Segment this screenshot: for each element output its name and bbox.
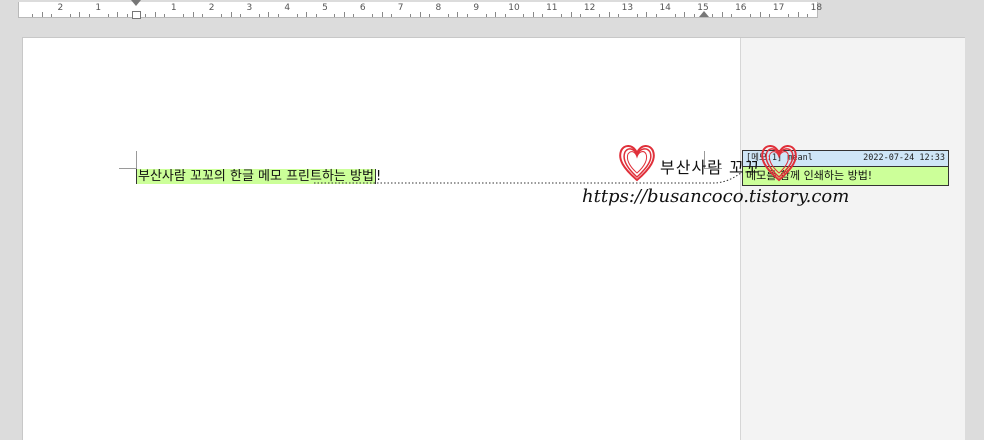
ruler-tick	[221, 14, 223, 17]
ruler-tick	[32, 14, 34, 17]
ruler-tick	[183, 14, 185, 17]
memo-date: 2022-07-24 12:33	[863, 153, 945, 163]
ruler-number: 16	[735, 3, 747, 13]
ruler-tick	[457, 12, 459, 17]
ruler-number: 1	[170, 3, 177, 13]
ruler-tick	[306, 12, 308, 17]
ruler-number: 2	[57, 3, 64, 13]
ruler-tick	[532, 12, 534, 17]
ruler-tick	[230, 12, 232, 17]
ruler-tick	[277, 14, 279, 17]
memo-anchored-text[interactable]: 부산사람 꼬꼬의 한글 메모 프린트하는 방법	[136, 169, 376, 184]
ruler-tick	[731, 14, 733, 17]
ruler-tick	[88, 14, 90, 17]
watermark-url: https://busancoco.tistory.com	[582, 186, 850, 207]
ruler-tick	[466, 14, 468, 17]
ruler-tick	[617, 14, 619, 17]
ruler-tick	[542, 14, 544, 17]
ruler-tick	[712, 14, 714, 17]
ruler-tick	[674, 14, 676, 17]
ruler-tick	[334, 14, 336, 17]
ruler-number: 10	[508, 3, 520, 13]
ruler-tick	[239, 14, 241, 17]
ruler-tick	[655, 14, 657, 17]
first-line-indent-marker[interactable]	[131, 0, 141, 6]
ruler-tick	[646, 12, 648, 17]
ruler-tick	[117, 12, 119, 17]
ruler-tick	[69, 14, 71, 17]
ruler-tick	[806, 14, 808, 17]
ruler-number: 5	[322, 3, 328, 13]
ruler-tick	[523, 14, 525, 17]
ruler-tick	[353, 14, 355, 17]
trailing-text: !	[375, 169, 382, 184]
ruler-tick	[447, 14, 449, 17]
ruler-tick	[495, 12, 497, 17]
ruler-tick	[608, 12, 610, 17]
ruler-tick	[419, 12, 421, 17]
heart-icon	[761, 145, 797, 182]
ruler-tick	[684, 12, 686, 17]
ruler-tick	[126, 14, 128, 17]
ruler-tick	[797, 12, 799, 17]
ruler-number: 13	[621, 3, 634, 13]
ruler-tick	[561, 14, 563, 17]
ruler-tick	[268, 12, 270, 17]
ruler-tick	[372, 14, 374, 17]
ruler-tick	[759, 12, 761, 17]
ruler-number: 6	[359, 3, 366, 13]
ruler-tick	[693, 14, 695, 17]
left-indent-marker[interactable]	[132, 11, 141, 19]
ruler-tick	[485, 14, 487, 17]
ruler-tick	[391, 14, 393, 17]
ruler-tick	[580, 14, 582, 17]
ruler-tick	[296, 14, 298, 17]
document-body-line[interactable]: 부산사람 꼬꼬의 한글 메모 프린트하는 방법!	[136, 168, 381, 186]
horizontal-ruler[interactable]: 2 1 1 2 3 4 5 6 7 8 9 10 11 12 13 14 15 16 17 18	[18, 0, 822, 19]
ruler-tick	[636, 14, 638, 17]
ruler-number: 7	[397, 3, 404, 13]
ruler-tick	[721, 12, 723, 17]
ruler-tick	[107, 14, 109, 17]
ruler-tick	[599, 14, 601, 17]
ruler-tick	[258, 14, 260, 17]
ruler-number: 17	[772, 3, 785, 13]
ruler-tick	[750, 14, 752, 17]
ruler-tick	[202, 14, 204, 17]
ruler-tick	[145, 14, 147, 17]
ruler-tick	[410, 14, 412, 17]
ruler-number: 3	[246, 3, 253, 13]
ruler-tick	[788, 14, 790, 17]
blog-watermark: 부산사람 꼬꼬 https://busancoco.tistory.com	[556, 142, 850, 222]
ruler-tick	[769, 14, 771, 17]
ruler-tick	[79, 12, 81, 17]
ruler-tick	[41, 12, 43, 17]
ruler-number: 9	[473, 3, 480, 13]
ruler-tick	[192, 12, 194, 17]
memo-margin-area	[740, 38, 965, 440]
document-page[interactable]: 부산사람 꼬꼬의 한글 메모 프린트하는 방법! [메모:1] meanl 20…	[22, 37, 965, 440]
ruler-number: 14	[659, 3, 671, 13]
heart-icon	[619, 145, 655, 182]
ruler-number: 18	[810, 3, 823, 13]
ruler-tick	[381, 12, 383, 17]
ruler-tick	[164, 14, 166, 17]
ruler-tick	[428, 14, 430, 17]
ruler-number: 11	[546, 3, 558, 13]
ruler-tick	[315, 14, 317, 17]
ruler-number: 15	[697, 3, 709, 13]
ruler-tick	[343, 12, 345, 17]
left-margin-corner-mark	[119, 151, 137, 169]
ruler-number: 4	[284, 3, 291, 13]
ruler-tick	[570, 12, 572, 17]
ruler-tick	[50, 14, 52, 17]
ruler-number: 8	[435, 3, 442, 13]
watermark-title: 부산사람 꼬꼬	[660, 158, 761, 177]
ruler-number: 2	[208, 3, 215, 13]
ruler-tick	[504, 14, 506, 17]
ruler-number: 12	[583, 3, 596, 13]
ruler-tick	[154, 12, 156, 17]
ruler-number: 1	[95, 3, 102, 13]
